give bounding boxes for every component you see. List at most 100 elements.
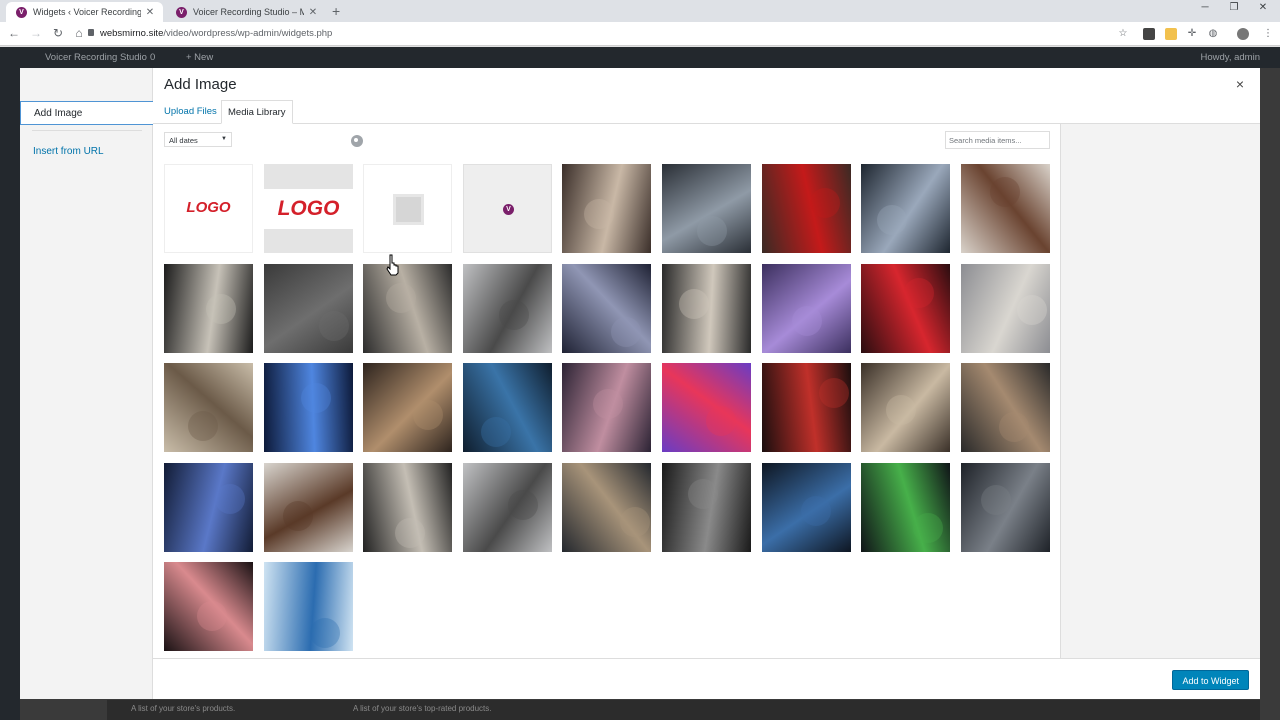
reload-icon[interactable]: ↻	[50, 26, 66, 40]
new-tab-icon[interactable]: +	[332, 3, 340, 19]
wp-widgets-footer: A list of your store's products. A list …	[107, 700, 1260, 720]
photo-highlight	[283, 501, 313, 531]
close-icon[interactable]: ✕	[145, 7, 155, 18]
media-headphones-pink[interactable]	[562, 363, 651, 452]
media-man-podcast[interactable]	[463, 264, 552, 353]
media-studio-desk[interactable]	[662, 164, 751, 253]
photo-highlight	[206, 294, 236, 324]
modal-title: Add Image	[164, 76, 237, 93]
media-mixing-console[interactable]	[861, 164, 950, 253]
tab-upload-files[interactable]: Upload Files	[158, 100, 223, 124]
media-control-room[interactable]	[762, 463, 851, 552]
photo-highlight	[990, 177, 1020, 207]
media-blue-abstract[interactable]	[264, 562, 353, 651]
photo-highlight	[679, 289, 709, 319]
media-modal-menu: Add Image Insert from URL	[20, 68, 153, 699]
media-singer-red[interactable]	[861, 264, 950, 353]
photo-highlight	[801, 496, 831, 526]
photo-highlight	[395, 518, 425, 548]
photo-highlight	[819, 378, 849, 408]
url-host: websmirno.site	[100, 28, 164, 39]
close-icon[interactable]: ✕	[308, 7, 318, 18]
media-neon-woman[interactable]	[662, 363, 751, 452]
photo-highlight	[301, 383, 331, 413]
close-window-icon[interactable]: ✕	[1253, 2, 1273, 13]
media-guitar[interactable]	[463, 363, 552, 452]
photo-highlight	[197, 601, 227, 631]
photo-highlight	[706, 406, 736, 436]
media-singer-close[interactable]	[164, 562, 253, 651]
media-curly-woman[interactable]	[264, 463, 353, 552]
notes-extension-icon[interactable]	[1165, 28, 1177, 40]
date-filter-select[interactable]: All dates ▼	[164, 132, 232, 147]
media-blue-mixer[interactable]	[264, 363, 353, 452]
home-icon[interactable]: ⌂	[71, 26, 87, 40]
media-drum-room[interactable]	[562, 463, 651, 552]
media-woman-headphones[interactable]	[961, 164, 1050, 253]
back-icon[interactable]: ←	[6, 26, 22, 40]
logo-label: LOGO	[277, 197, 340, 220]
photo-highlight	[215, 484, 245, 514]
close-icon[interactable]: ×	[1230, 76, 1250, 92]
media-man-podcast-2[interactable]	[463, 463, 552, 552]
browser-tab-widgets[interactable]: V Widgets ‹ Voicer Recording Studio ✕	[6, 2, 163, 22]
url-field[interactable]: websmirno.site/video/wordpress/wp-admin/…	[100, 28, 332, 39]
media-microphone-3[interactable]	[363, 463, 452, 552]
photo-highlight	[999, 412, 1029, 442]
photo-highlight	[319, 311, 349, 341]
media-vintage-mic[interactable]	[961, 463, 1050, 552]
logo-band: LOGO	[264, 189, 353, 229]
media-red-studio[interactable]	[762, 363, 851, 452]
media-keyboard-hands[interactable]	[164, 463, 253, 552]
media-microphone-2[interactable]	[662, 264, 751, 353]
add-to-widget-button[interactable]: Add to Widget	[1172, 670, 1249, 690]
bookmark-star-icon[interactable]: ☆	[1117, 28, 1129, 40]
photo-highlight	[1017, 295, 1047, 325]
browser-menu-icon[interactable]: ⋮	[1262, 28, 1274, 40]
date-filter-value: All dates	[169, 136, 198, 145]
photo-highlight	[877, 205, 907, 235]
media-headphones-dark[interactable]	[562, 264, 651, 353]
photo-highlight	[481, 417, 511, 447]
address-bar: ← → ↻ ⌂ websmirno.site/video/wordpress/w…	[0, 22, 1280, 46]
profile-avatar-icon[interactable]	[1237, 28, 1249, 40]
media-logo-white[interactable]: LOGO	[164, 164, 253, 253]
media-rack-meters[interactable]	[861, 463, 950, 552]
photo-highlight	[593, 389, 623, 419]
site-favicon-icon: V	[176, 6, 187, 18]
media-band-session[interactable]	[363, 363, 452, 452]
media-microphone-1[interactable]	[164, 264, 253, 353]
media-router: Upload Files Media Library	[153, 100, 1260, 124]
media-engineer[interactable]	[861, 363, 950, 452]
admin-bar-howdy[interactable]: Howdy, admin	[1201, 52, 1261, 63]
search-media-input[interactable]: Search media items...	[945, 131, 1050, 149]
media-room-interior[interactable]	[562, 164, 651, 253]
media-placeholder[interactable]	[363, 164, 452, 253]
menu-add-image[interactable]: Add Image	[20, 101, 153, 125]
media-woman-mic[interactable]	[164, 363, 253, 452]
admin-bar-comments[interactable]: 0	[150, 52, 155, 63]
media-audio-waveform[interactable]	[264, 264, 353, 353]
globe-extension-icon[interactable]: ◍	[1207, 28, 1219, 40]
admin-bar-site-name[interactable]: Voicer Recording Studio	[45, 52, 147, 63]
widget-description: A list of your store's top-rated product…	[353, 704, 492, 713]
media-cables[interactable]	[662, 463, 751, 552]
forward-icon[interactable]: →	[28, 26, 44, 40]
tab-media-library[interactable]: Media Library	[221, 100, 293, 124]
photo-highlight	[413, 400, 443, 430]
qr-extension-icon[interactable]	[1143, 28, 1155, 40]
media-favicon[interactable]: V	[463, 164, 552, 253]
media-headphones-console[interactable]	[363, 264, 452, 353]
menu-insert-from-url[interactable]: Insert from URL	[20, 140, 153, 164]
media-woman-singing[interactable]	[762, 264, 851, 353]
admin-bar-new[interactable]: + New	[186, 52, 213, 63]
browser-tab-site[interactable]: V Voicer Recording Studio – Music ✕	[166, 2, 326, 22]
media-red-chair[interactable]	[762, 164, 851, 253]
minimize-icon[interactable]: ─	[1195, 2, 1215, 13]
move-extension-icon[interactable]: ✛	[1186, 28, 1198, 40]
photo-highlight	[913, 513, 943, 543]
media-two-singers[interactable]	[961, 363, 1050, 452]
media-logo-band[interactable]: LOGO	[264, 164, 353, 253]
restore-icon[interactable]: ❐	[1224, 2, 1244, 13]
media-headphones-light[interactable]	[961, 264, 1050, 353]
